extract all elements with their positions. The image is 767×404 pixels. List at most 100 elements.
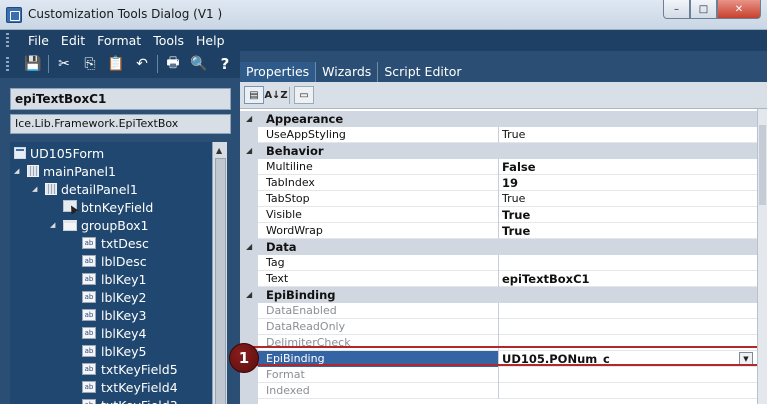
form-icon <box>14 147 26 159</box>
preview-icon[interactable]: 🔍 <box>188 54 210 74</box>
tree-node-lblkey5[interactable]: ab lblKey5 <box>82 342 147 360</box>
expander-icon[interactable]: ◢ <box>32 185 41 194</box>
property-value[interactable]: True <box>502 208 530 222</box>
tree-node-txtkeyfield3[interactable]: ab txtKeyField3 <box>82 396 178 404</box>
property-row-multiline[interactable]: Multiline False <box>240 159 757 175</box>
button-icon <box>63 200 77 214</box>
property-value[interactable]: False <box>502 160 536 174</box>
property-row-visible[interactable]: Visible True <box>240 207 757 223</box>
category-label: EpiBinding <box>266 288 336 302</box>
menu-help[interactable]: Help <box>190 32 231 49</box>
property-value[interactable]: True <box>502 128 525 141</box>
collapse-icon[interactable]: ◢ <box>246 290 252 299</box>
collapse-icon[interactable]: ◢ <box>246 114 252 123</box>
tree-node-ud105form[interactable]: UD105Form <box>14 144 104 162</box>
property-row-partial[interactable] <box>240 399 757 404</box>
category-label: Appearance <box>266 112 344 126</box>
property-row-tag[interactable]: Tag <box>240 255 757 271</box>
tree-node-label: txtKeyField4 <box>101 379 178 395</box>
minimize-button[interactable]: – <box>663 0 690 19</box>
tree-node-lblkey2[interactable]: ab lblKey2 <box>82 288 147 306</box>
property-row-wordwrap[interactable]: WordWrap True <box>240 223 757 239</box>
title-bar: Customization Tools Dialog (V1 ) – □ ✕ <box>0 0 767 30</box>
property-row-tabindex[interactable]: TabIndex 19 <box>240 175 757 191</box>
property-value[interactable]: epiTextBoxC1 <box>502 272 590 286</box>
help-icon[interactable]: ? <box>214 54 236 74</box>
property-name: Indexed <box>266 384 310 397</box>
tree-node-lblkey1[interactable]: ab lblKey1 <box>82 270 147 288</box>
category-appearance[interactable]: ◢ Appearance <box>240 111 757 127</box>
tree-node-mainpanel1[interactable]: ◢ mainPanel1 <box>14 162 116 180</box>
tree-node-lbldesc[interactable]: ab lblDesc <box>82 252 147 270</box>
property-row-tabstop[interactable]: TabStop True <box>240 191 757 207</box>
tree-node-label: lblKey2 <box>101 289 147 305</box>
property-name: WordWrap <box>266 224 323 237</box>
property-row-dataenabled[interactable]: DataEnabled <box>240 303 757 319</box>
tree-scrollbar[interactable]: ▲ <box>212 142 227 404</box>
category-epibinding[interactable]: ◢ EpiBinding <box>240 287 757 303</box>
callout-marker: 1 <box>229 343 259 373</box>
property-row-indexed[interactable]: Indexed <box>240 383 757 399</box>
collapse-icon[interactable]: ◢ <box>246 146 252 155</box>
textbox-icon: ab <box>82 363 96 375</box>
property-name: Text <box>266 272 289 285</box>
expander-icon[interactable]: ◢ <box>50 221 59 230</box>
tab-script-editor[interactable]: Script Editor <box>378 62 467 82</box>
tab-properties[interactable]: Properties <box>240 62 317 82</box>
toolbar: 💾 ✂ ⎘ 📋 ↶ 🖶 🔍 ? <box>0 51 240 78</box>
property-grid-toolbar: ▤ A↓Z ▭ <box>240 82 767 109</box>
toolbar-grip-icon[interactable] <box>6 57 9 71</box>
close-button[interactable]: ✕ <box>717 0 761 19</box>
category-data[interactable]: ◢ Data <box>240 239 757 255</box>
label-icon: ab <box>82 273 96 285</box>
tree-node-detailpanel1[interactable]: ◢ detailPanel1 <box>32 180 138 198</box>
maximize-button[interactable]: □ <box>690 0 717 19</box>
control-tree: UD105Form ◢ mainPanel1 ◢ detailPanel1 bt… <box>10 142 212 404</box>
menu-file[interactable]: File <box>22 32 55 49</box>
scroll-up-icon[interactable]: ▲ <box>216 146 222 155</box>
menu-edit[interactable]: Edit <box>55 32 91 49</box>
print-icon[interactable]: 🖶 <box>162 54 184 74</box>
tree-node-lblkey3[interactable]: ab lblKey3 <box>82 306 147 324</box>
menu-format[interactable]: Format <box>91 32 147 49</box>
category-behavior[interactable]: ◢ Behavior <box>240 143 757 159</box>
highlight-box <box>252 346 757 366</box>
tree-node-txtdesc[interactable]: ab txtDesc <box>82 234 149 252</box>
menu-tools[interactable]: Tools <box>147 32 190 49</box>
tree-scroll-thumb[interactable] <box>215 158 226 404</box>
tab-strip: Properties Wizards Script Editor <box>240 62 468 82</box>
app-icon <box>6 7 22 23</box>
property-pages-icon[interactable]: ▭ <box>294 86 314 104</box>
property-value[interactable]: True <box>502 224 530 238</box>
property-value[interactable]: True <box>502 192 525 205</box>
tab-wizards[interactable]: Wizards <box>316 62 379 82</box>
property-row-useappstyling[interactable]: UseAppStyling True <box>240 127 757 143</box>
tree-node-groupbox1[interactable]: ◢ groupBox1 <box>50 216 149 234</box>
groupbox-icon <box>63 219 77 231</box>
selected-control-name: epiTextBoxC1 <box>10 88 231 110</box>
menu-grip-icon[interactable] <box>6 33 9 47</box>
alphabetical-sort-icon[interactable]: A↓Z <box>264 86 287 104</box>
expander-icon[interactable]: ◢ <box>14 167 23 176</box>
tree-node-label: txtDesc <box>101 235 149 251</box>
tree-node-txtkeyfield4[interactable]: ab txtKeyField4 <box>82 378 178 396</box>
property-row-datareadonly[interactable]: DataReadOnly <box>240 319 757 335</box>
properties-panel: ▤ A↓Z ▭ ◢ Appearance UseAppStyling True … <box>240 82 767 404</box>
categorized-view-icon[interactable]: ▤ <box>244 86 264 104</box>
cut-icon[interactable]: ✂ <box>53 54 75 74</box>
copy-icon[interactable]: ⎘ <box>79 54 101 74</box>
property-value[interactable]: 19 <box>502 176 518 190</box>
tree-node-btnkeyfield[interactable]: btnKeyField <box>63 198 153 216</box>
paste-icon[interactable]: 📋 <box>105 54 127 74</box>
tree-node-lblkey4[interactable]: ab lblKey4 <box>82 324 147 342</box>
property-grid-scrollbar[interactable] <box>757 109 767 404</box>
property-grid-scroll-thumb[interactable] <box>759 125 766 205</box>
undo-icon[interactable]: ↶ <box>131 54 153 74</box>
tree-node-label: txtKeyField3 <box>101 398 178 404</box>
property-name: DataReadOnly <box>266 320 346 333</box>
collapse-icon[interactable]: ◢ <box>246 242 252 251</box>
property-row-format[interactable]: Format <box>240 367 757 383</box>
save-icon[interactable]: 💾 <box>22 54 44 74</box>
property-row-text[interactable]: Text epiTextBoxC1 <box>240 271 757 287</box>
tree-node-txtkeyfield5[interactable]: ab txtKeyField5 <box>82 360 178 378</box>
